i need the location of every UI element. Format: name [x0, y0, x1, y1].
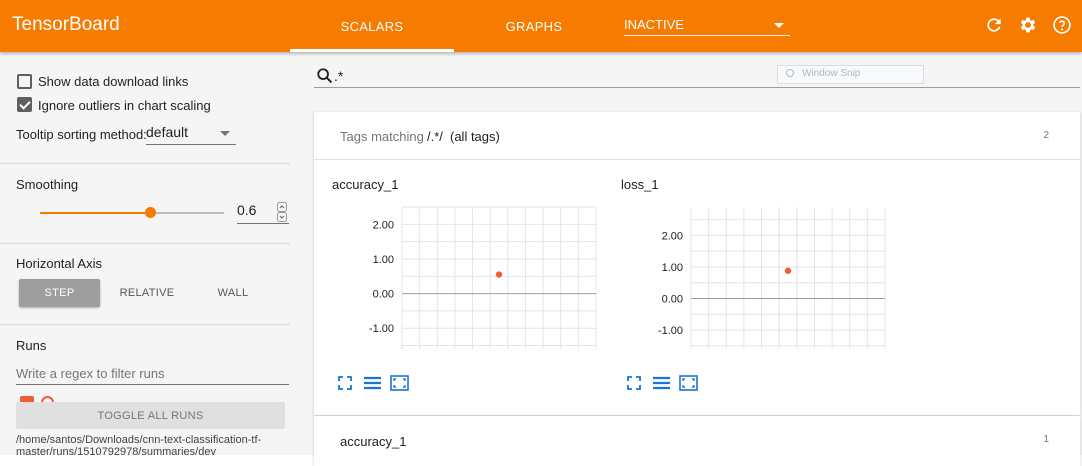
tags-matching-label: Tags matching	[340, 129, 424, 144]
smoothing-slider-fill	[40, 212, 151, 214]
tag-search-field[interactable]: .* Window Snip	[314, 65, 1080, 90]
chart-grid	[401, 206, 597, 349]
tab-graphs[interactable]: GRAPHS	[454, 0, 614, 52]
tab-scalars[interactable]: SCALARS	[290, 0, 454, 52]
fit-domain-icon[interactable]	[679, 375, 698, 393]
ignore-outliers-label: Ignore outliers in chart scaling	[38, 98, 211, 113]
horizontal-axis-section: Horizontal Axis STEP RELATIVE WALL	[0, 244, 290, 325]
tooltip-sorting-select[interactable]: default	[146, 124, 236, 145]
window-snip-overlay: Window Snip	[777, 65, 924, 84]
ignore-outliers-checkbox[interactable]	[17, 97, 32, 112]
sidebar: Show data download links Ignore outliers…	[0, 52, 290, 458]
stepper-icon[interactable]	[277, 202, 287, 222]
main-content: .* Window Snip Tags matching /.*/ (all t…	[290, 52, 1082, 466]
toggle-y-log-icon[interactable]	[364, 376, 382, 394]
axis-wall-button[interactable]: WALL	[193, 279, 273, 307]
window-snip-label: Window Snip	[802, 68, 861, 79]
data-point[interactable]	[784, 267, 792, 274]
smoothing-slider[interactable]	[40, 207, 224, 218]
tags-card: Tags matching /.*/ (all tags) 2 accuracy…	[314, 112, 1080, 415]
chevron-down-icon	[220, 131, 230, 136]
runs-title: Runs	[16, 338, 47, 353]
app-title: TensorBoard	[12, 14, 120, 35]
run-path: /home/santos/Downloads/cnn-text-classifi…	[16, 434, 262, 458]
toggle-all-runs-button[interactable]: TOGGLE ALL RUNS	[16, 402, 285, 429]
search-icon	[316, 67, 334, 90]
inactive-dropdown-value: INACTIVE	[624, 17, 684, 32]
tooltip-sorting-label: Tooltip sorting method:	[16, 127, 147, 142]
accuracy-chart[interactable]: 2.00 1.00 0.00 -1.00	[344, 199, 614, 357]
y-tick-label: 2.00	[373, 219, 394, 231]
chart-title-accuracy: accuracy_1	[332, 177, 399, 192]
y-tick-label: 1.00	[373, 254, 394, 266]
fit-domain-icon[interactable]	[390, 375, 409, 393]
fullscreen-icon[interactable]	[627, 376, 645, 394]
show-download-links-checkbox[interactable]	[17, 74, 32, 89]
tooltip-sorting-value: default	[146, 124, 189, 140]
y-tick-label: 1.00	[662, 262, 683, 274]
chevron-down-icon	[774, 23, 784, 28]
chart-title-loss: loss_1	[621, 177, 659, 192]
smoothing-slider-knob[interactable]	[145, 207, 157, 218]
smoothing-value: 0.6	[237, 202, 257, 218]
accuracy-card[interactable]: accuracy_1 1	[314, 416, 1080, 466]
y-tick-label: 0.00	[373, 289, 394, 301]
smoothing-input[interactable]: 0.6	[237, 202, 289, 224]
tags-count: 2	[1043, 130, 1049, 141]
axis-step-button[interactable]: STEP	[19, 279, 100, 307]
smoothing-section: Smoothing 0.6	[0, 164, 290, 244]
y-tick-label: 2.00	[662, 230, 683, 242]
y-tick-label: -1.00	[369, 323, 394, 335]
axis-relative-button[interactable]: RELATIVE	[105, 279, 189, 307]
help-icon[interactable]	[1051, 14, 1073, 36]
show-download-links-label: Show data download links	[38, 74, 189, 89]
y-tick-label: -1.00	[658, 325, 683, 337]
tags-pattern: /.*/	[427, 129, 443, 144]
y-tick-label: 0.00	[662, 294, 683, 306]
runs-filter-input[interactable]	[16, 363, 289, 385]
search-value: .*	[334, 68, 344, 84]
runs-section: Runs TOGGLE ALL RUNS /home/santos/Downlo…	[0, 325, 290, 458]
chart-grid	[690, 207, 886, 349]
toggle-y-log-icon[interactable]	[653, 376, 671, 394]
top-app-bar: TensorBoard SCALARS GRAPHS INACTIVE	[0, 0, 1082, 52]
horizontal-axis-title: Horizontal Axis	[16, 256, 102, 271]
display-options-section: Show data download links Ignore outliers…	[0, 52, 290, 164]
gear-icon[interactable]	[1017, 14, 1039, 36]
accuracy-card-count: 1	[1043, 434, 1049, 445]
data-point[interactable]	[495, 271, 503, 278]
snip-icon	[786, 69, 794, 77]
fullscreen-icon[interactable]	[338, 376, 356, 394]
refresh-icon[interactable]	[983, 14, 1005, 36]
accuracy-card-title: accuracy_1	[340, 434, 407, 449]
inactive-tabs-dropdown[interactable]: INACTIVE	[624, 12, 790, 36]
smoothing-title: Smoothing	[16, 177, 79, 192]
tags-suffix: (all tags)	[450, 129, 500, 144]
tags-card-header[interactable]: Tags matching /.*/ (all tags) 2	[314, 112, 1080, 160]
loss-chart[interactable]: 2.00 1.00 0.00 -1.00	[633, 199, 903, 357]
